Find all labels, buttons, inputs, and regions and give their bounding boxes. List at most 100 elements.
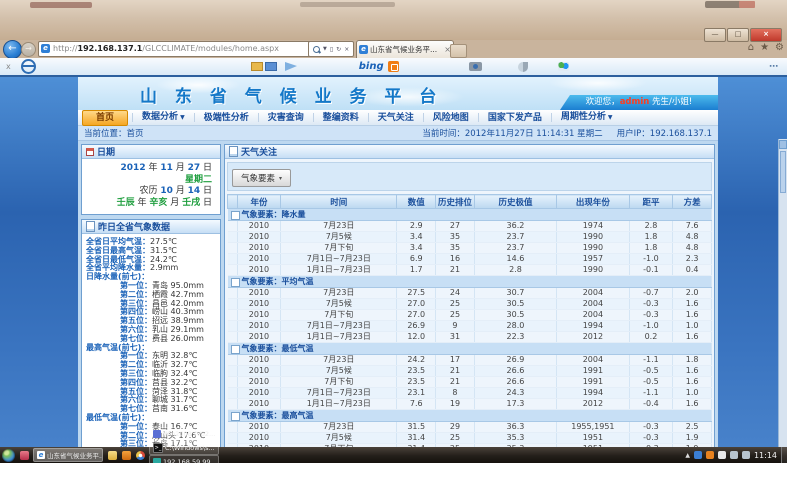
table-row[interactable]: 20101月1日~7月23日7.61917.32012-0.41.6 (228, 399, 712, 410)
table-cell: -0.4 (629, 399, 673, 410)
group-header-row[interactable]: 气象要素：降水量 (228, 209, 712, 221)
table-row[interactable]: 20107月23日31.52936.31955,1951-0.32.5 (228, 422, 712, 433)
table-row[interactable]: 20107月23日27.52430.72004-0.72.0 (228, 288, 712, 299)
table-cell: -0.3 (629, 422, 673, 433)
table-row[interactable]: 20107月1日~7月23日6.91614.61957-1.02.3 (228, 254, 712, 265)
scroll-up-arrow[interactable] (779, 140, 787, 149)
start-button[interactable] (2, 449, 15, 462)
group-header-row[interactable]: 气象要素：最高气温 (228, 410, 712, 422)
table-cell: 7.6 (673, 221, 712, 232)
network-icon[interactable] (730, 451, 738, 459)
table-row[interactable]: 20107月5候3.43523.719901.84.8 (228, 232, 712, 243)
table-row[interactable]: 20107月1日~7月23日26.9928.01994-1.01.0 (228, 321, 712, 332)
nav-item-2[interactable]: 数据分析 ▼ (133, 111, 194, 124)
nav-item-1[interactable]: 首页 (82, 110, 128, 126)
table-row[interactable]: 20107月5候31.42535.31951-0.31.9 (228, 433, 712, 444)
mail-send-icon[interactable] (285, 62, 297, 71)
group-header-row[interactable]: 气象要素：最低气温 (228, 343, 712, 355)
explorer-icon[interactable] (108, 451, 117, 460)
background-window-controls (705, 1, 755, 8)
group-collapse-checkbox[interactable] (231, 412, 240, 421)
nav-item-6[interactable]: 天气关注 (369, 112, 423, 124)
hidden-icons-chevron[interactable]: ▲ (685, 452, 690, 459)
table-cell: 7月5候 (281, 433, 397, 444)
cards-icon-2[interactable] (265, 62, 277, 71)
favorites-star-icon[interactable]: ★ (760, 42, 769, 53)
group-collapse-checkbox[interactable] (231, 345, 240, 354)
table-row[interactable]: 20107月23日24.21726.92004-1.11.8 (228, 355, 712, 366)
taskbar-window-3[interactable]: >_C:\Windows\s... (149, 441, 219, 455)
taskbar-window-1[interactable]: e山东省气候业务平... (33, 448, 103, 462)
scrollbar-thumb[interactable] (780, 151, 786, 193)
table-cell: 2.3 (673, 254, 712, 265)
nav-item-4[interactable]: 灾害查询 (259, 112, 313, 124)
table-cell: 17.3 (474, 399, 556, 410)
messenger-icon[interactable] (694, 451, 702, 459)
table-row[interactable]: 20107月5候27.02530.52004-0.31.6 (228, 299, 712, 310)
table-row[interactable]: 20101月1日~7月23日12.03122.320120.21.6 (228, 332, 712, 343)
group-collapse-checkbox[interactable] (231, 211, 240, 220)
taskbar-window-2[interactable]: Win2008 (VS2... (149, 427, 219, 441)
table-cell: 2010 (237, 355, 281, 366)
pinned-browser-icon[interactable] (136, 451, 145, 460)
table-cell: 1.6 (673, 310, 712, 321)
nav-item-5[interactable]: 整编资料 (314, 112, 368, 124)
table-cell: 2.5 (673, 422, 712, 433)
volume-icon[interactable] (742, 451, 750, 459)
nav-item-3[interactable]: 极端性分析 (195, 112, 258, 124)
group-collapse-checkbox[interactable] (231, 278, 240, 287)
search-icon[interactable] (313, 46, 320, 53)
pinned-orange-app-icon[interactable] (122, 451, 131, 460)
date-line: 2012 年 11 月 27 日 (86, 163, 212, 175)
action-center-flag-icon[interactable] (718, 451, 726, 459)
main-panel-body: 气象要素 ▾ 年份时间数值历史排位历史极值出现年份距平方差气象要素：降水量201… (225, 159, 714, 460)
element-filter-button[interactable]: 气象要素 ▾ (232, 169, 291, 187)
refresh-icon[interactable]: ↻ (336, 46, 341, 53)
group-header-row[interactable]: 气象要素：平均气温 (228, 276, 712, 288)
back-button[interactable]: ← (3, 40, 22, 59)
forward-button[interactable]: → (21, 42, 36, 57)
home-icon[interactable]: ⌂ (748, 42, 754, 53)
group-label: 气象要素：最高气温 (242, 411, 314, 420)
cards-icon[interactable] (251, 62, 263, 71)
table-row[interactable]: 20107月5候23.52126.61991-0.51.6 (228, 366, 712, 377)
weather-focus-panel: 天气关注 气象要素 ▾ 年份时间数值历史排位历史极值出现年份距平方差气象要素：降… (224, 144, 715, 461)
tools-gear-icon[interactable]: ⚙ (775, 42, 784, 53)
row-select-cell (228, 254, 238, 265)
pinned-app-icon[interactable] (20, 451, 29, 460)
browser-tab[interactable]: e 山东省气候业务平... × (356, 40, 454, 58)
security-icon[interactable] (706, 451, 714, 459)
table-cell: -1.1 (629, 355, 673, 366)
satellite-icon[interactable] (518, 62, 528, 72)
taskbar-window-4[interactable]: 192.168.59.99... (149, 455, 219, 463)
table-cell: 2004 (557, 288, 630, 299)
table-row[interactable]: 20107月下旬3.43523.719901.84.8 (228, 243, 712, 254)
nav-item-9[interactable]: 周期性分析 ▼ (552, 111, 622, 124)
page-scrollbar[interactable] (778, 139, 787, 463)
table-row[interactable]: 20101月1日~7月23日1.7212.81990-0.10.4 (228, 265, 712, 276)
compatibility-view-icon[interactable]: ▯ (330, 46, 333, 53)
address-bar[interactable]: e http://192.168.137.1/GLCCLIMATE/module… (38, 41, 322, 57)
calendar-icon (86, 148, 94, 156)
nav-item-7[interactable]: 风险地图 (424, 112, 478, 124)
new-tab-button[interactable] (450, 44, 467, 58)
toolbar-more-icon[interactable]: ⋯ (769, 62, 779, 72)
table-row[interactable]: 20107月下旬27.02530.52004-0.31.6 (228, 310, 712, 321)
table-cell: 2010 (237, 388, 281, 399)
toolbar-close-icon[interactable]: x (6, 62, 11, 71)
search-app-icon[interactable] (388, 61, 399, 72)
contacts-icon[interactable] (558, 62, 569, 71)
table-row[interactable]: 20107月1日~7月23日23.1824.31994-1.11.0 (228, 388, 712, 399)
taskbar-clock[interactable]: 11:14 (754, 451, 777, 460)
table-row[interactable]: 20107月下旬23.52126.61991-0.51.6 (228, 377, 712, 388)
nav-item-8[interactable]: 国家下发产品 (479, 112, 551, 124)
show-desktop-button[interactable] (781, 447, 787, 463)
table-cell: 30.7 (474, 288, 556, 299)
addon-logo-icon[interactable] (21, 59, 36, 74)
date-segment: 27 (188, 163, 201, 173)
bing-logo[interactable]: bing (359, 61, 384, 72)
table-row[interactable]: 20107月23日2.92736.219742.87.6 (228, 221, 712, 232)
camera-icon[interactable] (469, 62, 482, 71)
stop-icon[interactable]: × (344, 46, 349, 53)
search-dropdown-icon[interactable]: ▼ (323, 46, 327, 52)
